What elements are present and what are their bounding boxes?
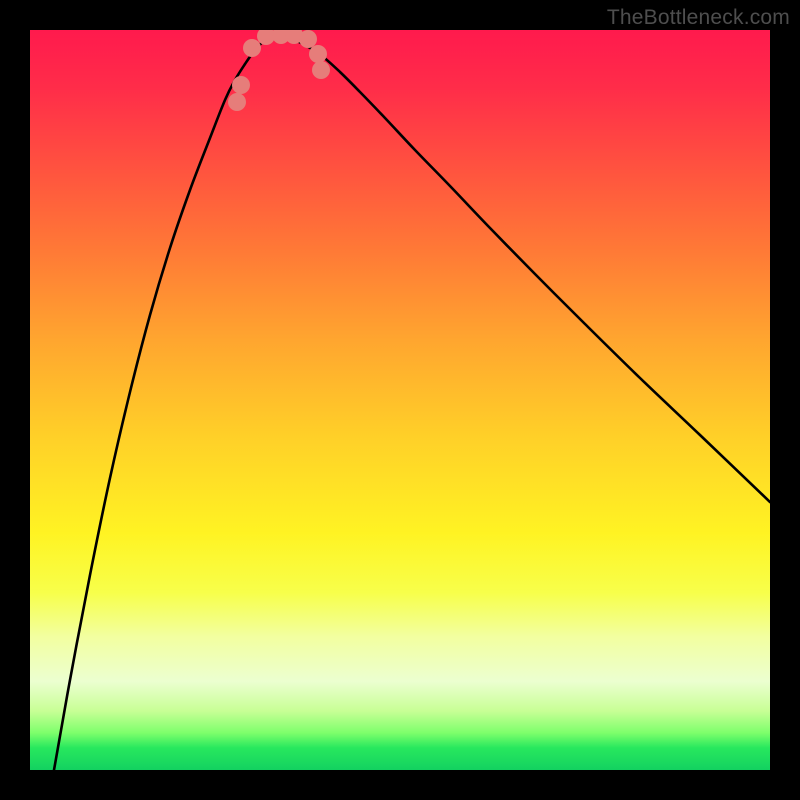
data-dot <box>299 30 317 48</box>
data-dot <box>228 93 246 111</box>
data-dot <box>243 39 261 57</box>
watermark-text: TheBottleneck.com <box>607 6 790 30</box>
plot-area <box>30 30 770 770</box>
curve-layer <box>30 30 770 770</box>
data-dot <box>257 30 275 45</box>
data-dots <box>228 30 330 111</box>
curve-left-branch <box>54 34 275 770</box>
data-dot <box>232 76 250 94</box>
data-dot <box>312 61 330 79</box>
chart-frame: TheBottleneck.com <box>0 0 800 800</box>
data-dot <box>309 45 327 63</box>
curve-right-branch <box>278 34 770 502</box>
